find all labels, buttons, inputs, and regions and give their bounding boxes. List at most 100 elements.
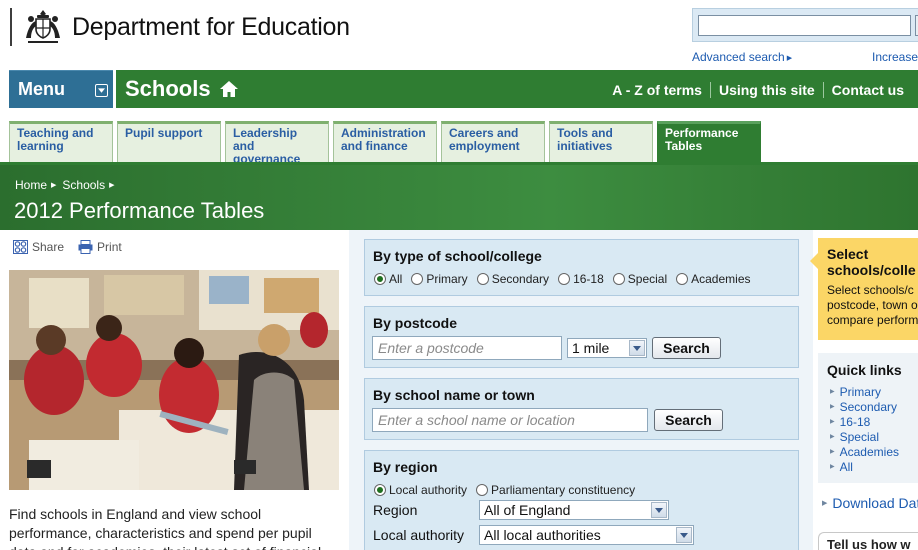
arrow-right-icon: ▶ <box>830 464 835 470</box>
quick-link-label: 16-18 <box>839 414 871 429</box>
site-search <box>692 8 918 42</box>
type-option-academies[interactable]: Academies <box>676 272 751 286</box>
breadcrumb-home[interactable]: Home <box>15 178 47 192</box>
site-logo[interactable]: Department for Education <box>10 8 350 46</box>
radio-icon <box>676 273 689 285</box>
type-option-label: Primary <box>426 272 468 286</box>
school-name-input[interactable]: Enter a school name or location <box>372 408 648 432</box>
tab-administration-finance[interactable]: Administration and finance <box>333 121 437 164</box>
print-button[interactable]: Print <box>78 240 122 254</box>
type-option-all[interactable]: All <box>374 272 402 286</box>
name-search-button[interactable]: Search <box>654 409 723 431</box>
promo-title-line: Select <box>827 246 869 262</box>
region-value: All of England <box>484 502 571 518</box>
arrow-right-icon: ▶ <box>830 389 835 395</box>
download-data-link[interactable]: ▶ Download Dat <box>822 495 918 511</box>
postcode-input[interactable]: Enter a postcode <box>372 336 562 360</box>
postcode-panel: By postcode Enter a postcode 1 mile Sear… <box>364 306 799 368</box>
site-search-input[interactable] <box>698 15 911 36</box>
local-authority-label: Local authority <box>373 527 465 543</box>
region-panel-title: By region <box>373 459 438 475</box>
section-bar: Schools A - Z of terms Using this site C… <box>116 70 918 108</box>
section-title-link[interactable]: Schools <box>125 76 239 102</box>
type-option-label: Secondary <box>491 272 550 286</box>
arrow-right-icon: ▶ <box>786 55 793 62</box>
page-title: 2012 Performance Tables <box>14 198 265 223</box>
type-option-secondary[interactable]: Secondary <box>476 272 550 286</box>
chevron-down-icon <box>95 84 108 97</box>
tab-careers-employment[interactable]: Careers and employment <box>441 121 545 164</box>
quick-link-primary[interactable]: ▶ Primary <box>830 384 899 399</box>
region-option-label: Local authority <box>389 483 468 497</box>
org-name: Department for Education <box>72 12 350 41</box>
region-option-constituency[interactable]: Parliamentary constituency <box>476 483 635 497</box>
feedback-box: Tell us how w <box>818 532 918 550</box>
quick-link-secondary[interactable]: ▶ Secondary <box>830 399 899 414</box>
quick-link-label: Special <box>839 429 879 444</box>
increase-text-link[interactable]: Increase <box>872 50 918 64</box>
top-links: A - Z of terms Using this site Contact u… <box>604 82 912 98</box>
advanced-search-link[interactable]: Advanced search ▶ <box>692 50 792 64</box>
distance-select[interactable]: 1 mile <box>567 338 647 358</box>
az-terms-link[interactable]: A - Z of terms <box>604 82 710 98</box>
arrow-right-icon: ▶ <box>830 449 835 455</box>
region-option-local-authority[interactable]: Local authority <box>374 483 467 497</box>
feedback-title: Tell us how w <box>827 537 911 550</box>
region-option-label: Parliamentary constituency <box>491 483 636 497</box>
quick-link-16-18[interactable]: ▶ 16-18 <box>830 414 899 429</box>
region-label: Region <box>373 502 418 518</box>
type-panel-title: By type of school/college <box>373 248 542 264</box>
promo-text-line: postcode, town o <box>827 298 918 312</box>
advanced-search-label: Advanced search <box>692 50 785 64</box>
radio-icon <box>612 273 625 285</box>
type-option-label: 16-18 <box>573 272 604 286</box>
region-select[interactable]: All of England <box>479 500 669 520</box>
type-option-label: All <box>389 272 403 286</box>
home-icon <box>219 81 238 97</box>
local-authority-select[interactable]: All local authorities <box>479 525 694 545</box>
menu-button[interactable]: Menu <box>9 70 113 108</box>
tab-performance-tables[interactable]: Performance Tables <box>657 121 761 164</box>
download-data-label: Download Dat <box>832 495 918 511</box>
arrow-right-icon: ▶ <box>830 434 835 440</box>
arrow-right-icon: ▶ <box>51 182 57 189</box>
chevron-down-icon <box>676 527 692 543</box>
tab-pupil-support[interactable]: Pupil support <box>117 121 221 164</box>
chevron-down-icon <box>629 340 645 356</box>
type-option-primary[interactable]: Primary <box>411 272 468 286</box>
radio-selected-icon <box>374 273 386 285</box>
share-print-row: Share Print <box>13 240 136 254</box>
crest-icon <box>26 10 60 43</box>
radio-icon <box>476 273 489 285</box>
classroom-photo <box>9 270 339 490</box>
radio-icon <box>558 273 571 285</box>
quick-link-label: Academies <box>839 444 899 459</box>
tab-leadership-governance[interactable]: Leadership and governance <box>225 121 329 166</box>
section-tabs: Teaching and learning Pupil support Lead… <box>9 121 765 166</box>
type-option-16-18[interactable]: 16-18 <box>558 272 604 286</box>
using-site-link[interactable]: Using this site <box>709 82 823 98</box>
quick-link-special[interactable]: ▶ Special <box>830 429 899 444</box>
type-option-special[interactable]: Special <box>612 272 667 286</box>
local-authority-value: All local authorities <box>484 527 601 543</box>
contact-us-link[interactable]: Contact us <box>822 82 912 98</box>
promo-text: Select schools/c postcode, town o compar… <box>827 283 918 328</box>
share-label: Share <box>32 240 65 254</box>
postcode-search-button[interactable]: Search <box>652 337 721 359</box>
quick-link-all[interactable]: ▶ All <box>830 459 899 474</box>
quick-links-title: Quick links <box>827 362 902 378</box>
region-options: Local authority Parliamentary constituen… <box>374 483 644 497</box>
radio-selected-icon <box>374 484 386 496</box>
site-header: Department for Education Advanced search… <box>0 0 918 70</box>
breadcrumb-schools[interactable]: Schools <box>62 178 105 192</box>
share-button[interactable]: Share <box>13 240 64 254</box>
promo-text-line: compare perform <box>827 313 918 327</box>
quick-link-academies[interactable]: ▶ Academies <box>830 444 899 459</box>
radio-icon <box>476 484 489 496</box>
quick-link-label: All <box>839 459 853 474</box>
type-option-label: Academies <box>691 272 751 286</box>
intro-text: Find schools in England and view school … <box>9 506 321 550</box>
tab-tools-initiatives[interactable]: Tools and initiatives <box>549 121 653 164</box>
name-panel-title: By school name or town <box>373 387 535 403</box>
tab-teaching-learning[interactable]: Teaching and learning <box>9 121 113 164</box>
